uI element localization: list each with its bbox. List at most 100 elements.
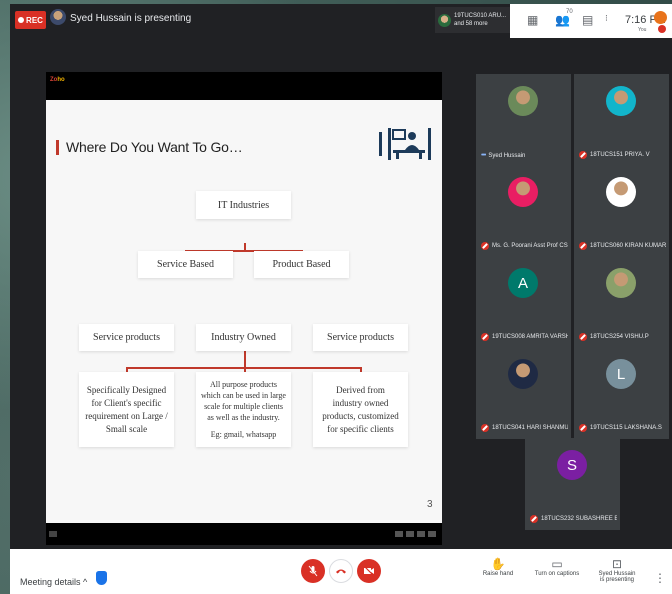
prev-slide-icon[interactable] [395, 531, 403, 537]
muted-mic-icon [579, 151, 587, 159]
participant-avatar [508, 359, 538, 389]
recording-indicator: REC [15, 11, 46, 29]
participant-name: 19TUCS115 LAKSHANA.S [590, 425, 662, 431]
mic-toggle-button[interactable] [301, 559, 325, 583]
presentation-stage: Zoho Where Do You Want To Go… IT Industr… [46, 72, 442, 545]
captions-button[interactable]: ▭ Turn on captions [527, 557, 587, 577]
participant-tile[interactable]: Ms. G. Poorani Asst Prof CSE [476, 165, 571, 257]
participant-name: 18TUCS041 HARI SHANMUGA... [492, 425, 568, 431]
page-number: 3 [427, 499, 433, 510]
presenting-button[interactable]: ⊡ Syed Hussain is presenting [587, 557, 647, 583]
presenting-label-2: is presenting [599, 577, 635, 583]
hand-icon: ✋ [490, 557, 506, 571]
node-product-based: Product Based [254, 251, 349, 278]
participant-avatar [606, 86, 636, 116]
raise-hand-label: Raise hand [482, 571, 514, 577]
desc-industry-owned: All purpose products which can be used i… [196, 372, 291, 447]
participant-name: Syed Hussain [488, 152, 526, 159]
top-bar: REC Syed Hussain is presenting 19TUCS010… [10, 4, 672, 38]
muted-mic-icon [481, 424, 489, 432]
shield-icon[interactable] [96, 571, 107, 585]
slide-toolbar [46, 523, 442, 545]
participants-chip[interactable]: 19TUCS010 ARU... and 58 more [435, 7, 510, 33]
person-desk-icon [379, 128, 431, 160]
node-it-industries: IT Industries [196, 191, 291, 219]
muted-mic-icon [481, 242, 489, 250]
mic-off-icon [308, 565, 318, 577]
layout-icon[interactable]: ▦ [527, 13, 538, 27]
self-label: You [638, 27, 647, 33]
participants-line2: and 58 more [454, 21, 488, 27]
muted-mic-icon [579, 424, 587, 432]
participants-line1: 19TUCS010 ARU... [454, 13, 507, 19]
participant-name: 18TUCS254 VISHU.P [590, 334, 649, 340]
meet-window: REC Syed Hussain is presenting 19TUCS010… [10, 4, 672, 594]
desc-industry-owned-example: Eg: gmail, whatsapp [210, 430, 277, 439]
participant-avatar [606, 268, 636, 298]
raise-hand-button[interactable]: ✋ Raise hand [468, 557, 528, 577]
top-right-panel: ▦ 👥 70 ▤ ⁝ 7:16 PM You [510, 4, 672, 38]
participant-tile[interactable]: 18TUCS254 VISHU.P [574, 256, 669, 348]
participant-tile[interactable]: 18TUCS041 HARI SHANMUGA... [476, 347, 571, 439]
node-service-products-2: Service products [313, 324, 408, 351]
captions-label: Turn on captions [534, 571, 580, 577]
chat-icon[interactable]: ▤ [582, 13, 593, 27]
participant-avatar: L [606, 359, 636, 389]
participant-tile[interactable]: S 18TUCS232 SUBASHREE B. [525, 438, 620, 530]
settings-icon[interactable] [417, 531, 425, 537]
node-service-products-1: Service products [79, 324, 174, 351]
participant-tile[interactable]: 18TUCS151 PRIYA. V [574, 74, 669, 166]
more-options-icon[interactable]: ⋮ [654, 571, 666, 585]
participant-avatar [508, 86, 538, 116]
participant-avatar: A [508, 268, 538, 298]
participant-tile[interactable]: ••• Syed Hussain [476, 74, 571, 166]
participant-avatar [508, 177, 538, 207]
muted-mic-icon [579, 242, 587, 250]
meeting-details-button[interactable]: Meeting details ^ [20, 577, 87, 587]
activities-icon[interactable]: ⁝ [605, 13, 608, 24]
avatar-letter: S [566, 456, 577, 474]
leave-call-button[interactable] [329, 559, 353, 583]
participant-name: 19TUCS008 AMRITA VARSHIN... [492, 334, 568, 340]
rec-label: REC [26, 15, 43, 25]
presenting-status: Syed Hussain is presenting [70, 13, 192, 24]
participant-tile[interactable]: A 19TUCS008 AMRITA VARSHIN... [476, 256, 571, 348]
next-slide-icon[interactable] [406, 531, 414, 537]
participant-name: 18TUCS060 KIRAN KUMAR S [590, 243, 666, 249]
desc-industry-owned-text: All purpose products which can be used i… [201, 380, 286, 422]
desc-service-products-2: Derived from industry owned products, cu… [313, 372, 408, 447]
participant-tile[interactable]: L 19TUCS115 LAKSHANA.S [574, 347, 669, 439]
node-service-based: Service Based [138, 251, 233, 278]
self-avatar-circle [654, 11, 667, 24]
self-avatar [644, 7, 668, 33]
zoho-logo: Zoho [50, 77, 65, 83]
avatar-letter: L [616, 365, 626, 383]
participant-name: 18TUCS232 SUBASHREE B. [541, 516, 617, 522]
people-count-badge: 70 [566, 9, 573, 15]
captions-icon: ▭ [551, 557, 563, 571]
presenter-avatar [50, 9, 66, 25]
present-icon: ⊡ [611, 557, 623, 571]
participant-avatar [606, 177, 636, 207]
participant-avatar [438, 13, 451, 27]
muted-mic-icon [579, 333, 587, 341]
people-icon[interactable]: 👥 [555, 13, 570, 27]
participant-tile[interactable]: 18TUCS060 KIRAN KUMAR S [574, 165, 669, 257]
record-dot-icon [18, 17, 25, 23]
bottom-bar: Meeting details ^ ✋ Raise hand ▭ Turn on… [10, 549, 672, 594]
slide: Where Do You Want To Go… IT Industries S… [46, 100, 442, 523]
sidebar-toggle-icon[interactable] [49, 531, 57, 537]
avatar-letter: A [517, 274, 528, 292]
muted-mic-icon [530, 515, 538, 523]
muted-mic-icon [658, 25, 666, 33]
fullscreen-icon[interactable] [428, 531, 436, 537]
desc-service-products-1: Specifically Designed for Client's speci… [79, 372, 174, 447]
speaking-indicator-icon: ••• [481, 152, 486, 159]
hang-up-icon [336, 569, 346, 574]
participant-name: Ms. G. Poorani Asst Prof CSE [492, 243, 568, 249]
camera-off-icon [363, 565, 375, 577]
slide-title: Where Do You Want To Go… [66, 139, 243, 155]
camera-toggle-button[interactable] [357, 559, 381, 583]
node-industry-owned: Industry Owned [196, 324, 291, 351]
muted-mic-icon [481, 333, 489, 341]
